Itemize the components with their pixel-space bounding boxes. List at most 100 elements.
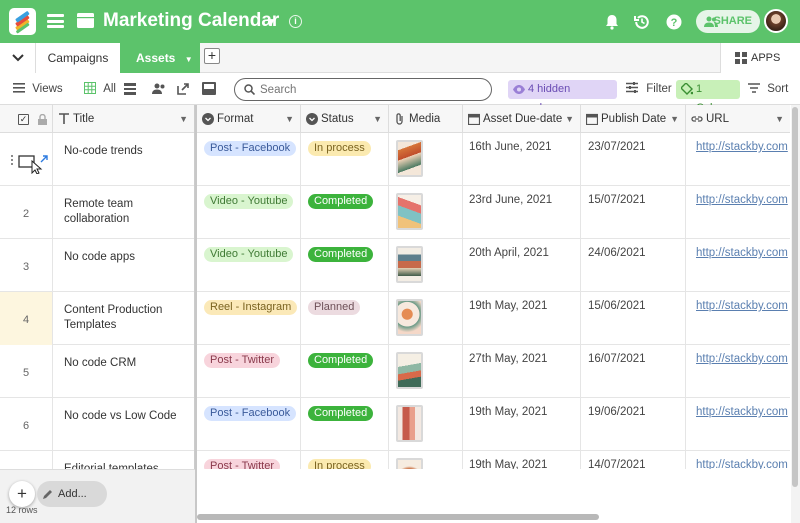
media-thumbnail[interactable]	[396, 140, 423, 177]
title-cell[interactable]: No-code trends	[53, 133, 196, 186]
column-header-due-date[interactable]: Asset Due-date ▼	[463, 105, 581, 133]
due-date-cell[interactable]: 19th May, 2021	[463, 451, 581, 469]
media-thumbnail[interactable]	[396, 246, 423, 283]
format-cell[interactable]: Post - Facebook	[197, 398, 301, 451]
share-button[interactable]: SHARE	[696, 10, 760, 33]
apps-button[interactable]: APPS	[720, 43, 800, 73]
status-cell[interactable]: Completed	[301, 186, 389, 239]
stack-title[interactable]: Marketing Calendar	[103, 10, 279, 32]
chevron-down-icon[interactable]: ▼	[265, 15, 277, 29]
horizontal-scrollbar[interactable]	[197, 514, 599, 520]
title-cell[interactable]: No code vs Low Code	[53, 398, 196, 451]
filter-button[interactable]: Filter	[626, 73, 672, 105]
due-date-cell[interactable]: 23rd June, 2021	[463, 186, 581, 239]
title-cell[interactable]: No code CRM	[53, 345, 196, 398]
search-input[interactable]	[260, 81, 480, 98]
column-header-url[interactable]: URL ▼	[686, 105, 790, 133]
add-table-button[interactable]: +	[204, 48, 220, 64]
media-thumbnail[interactable]	[396, 193, 423, 230]
format-cell[interactable]: Post - Twitter	[197, 451, 301, 469]
column-menu-icon[interactable]: ▼	[285, 105, 294, 133]
column-header-status[interactable]: Status ▼	[301, 105, 389, 133]
avatar[interactable]	[764, 9, 788, 33]
tab-assets[interactable]: Assets ▼	[120, 43, 200, 73]
media-cell[interactable]	[389, 239, 463, 292]
column-menu-icon[interactable]: ▼	[775, 105, 784, 133]
format-cell[interactable]: Reel - Instagram	[197, 292, 301, 345]
column-header-publish-date[interactable]: Publish Date ▼	[581, 105, 686, 133]
frozen-column-divider[interactable]	[195, 105, 197, 523]
share-view-icon[interactable]	[177, 82, 190, 95]
publish-date-cell[interactable]: 15/06/2021	[581, 292, 686, 345]
media-cell[interactable]	[389, 398, 463, 451]
publish-date-cell[interactable]: 16/07/2021	[581, 345, 686, 398]
print-icon[interactable]	[202, 82, 216, 95]
media-thumbnail[interactable]	[396, 299, 423, 336]
publish-date-cell[interactable]: 19/06/2021	[581, 398, 686, 451]
status-cell[interactable]: Completed	[301, 345, 389, 398]
format-cell[interactable]: Video - Youtube	[197, 239, 301, 292]
media-cell[interactable]	[389, 133, 463, 186]
media-cell[interactable]	[389, 292, 463, 345]
title-cell[interactable]: Editorial templates	[53, 451, 196, 469]
media-thumbnail[interactable]	[396, 405, 423, 442]
hidden-columns-button[interactable]: 4 hidden columns	[508, 80, 617, 114]
table-row[interactable]: 3 No code apps Video - Youtube Completed…	[0, 239, 790, 292]
title-cell[interactable]: Remote team collaboration	[53, 186, 196, 239]
column-menu-icon[interactable]: ▼	[373, 105, 382, 133]
url-link[interactable]: http://stackby.com	[686, 398, 790, 451]
column-menu-icon[interactable]: ▼	[670, 105, 679, 133]
info-icon[interactable]: i	[289, 15, 302, 28]
add-button[interactable]: Add...	[37, 481, 107, 507]
publish-date-cell[interactable]: 23/07/2021	[581, 133, 686, 186]
drag-handle-icon[interactable]	[11, 155, 13, 165]
media-cell[interactable]	[389, 451, 463, 469]
table-row[interactable]: 6 No code vs Low Code Post - Facebook Co…	[0, 398, 790, 451]
column-header-media[interactable]: Media	[389, 105, 463, 133]
title-cell[interactable]: No code apps	[53, 239, 196, 292]
format-cell[interactable]: Post - Twitter	[197, 345, 301, 398]
status-cell[interactable]: In process	[301, 451, 389, 469]
table-row[interactable]: 5 No code CRM Post - Twitter Completed 2…	[0, 345, 790, 398]
tab-campaigns[interactable]: Campaigns	[36, 43, 120, 73]
due-date-cell[interactable]: 19th May, 2021	[463, 292, 581, 345]
column-menu-icon[interactable]: ▼	[565, 105, 574, 133]
view-selector[interactable]: All	[84, 73, 116, 105]
search-box[interactable]	[234, 78, 492, 101]
sort-button[interactable]: Sort	[748, 73, 788, 105]
url-link[interactable]: http://stackby.com	[686, 451, 790, 469]
add-row-button[interactable]: +	[9, 481, 35, 507]
title-cell[interactable]: Content Production Templates	[53, 292, 196, 345]
collaborators-icon[interactable]	[152, 83, 166, 95]
publish-date-cell[interactable]: 24/06/2021	[581, 239, 686, 292]
column-header-title[interactable]: Title ▼	[53, 105, 196, 133]
menu-icon[interactable]	[47, 14, 64, 28]
url-link[interactable]: http://stackby.com	[686, 133, 790, 186]
table-row[interactable]: No-code trends Post - Facebook In proces…	[0, 133, 790, 186]
url-link[interactable]: http://stackby.com	[686, 345, 790, 398]
select-all-checkbox[interactable]: ✓	[18, 114, 29, 125]
url-link[interactable]: http://stackby.com	[686, 186, 790, 239]
colors-button[interactable]: 1 Colors	[676, 80, 740, 114]
column-header-format[interactable]: Format ▼	[197, 105, 301, 133]
status-cell[interactable]: Completed	[301, 239, 389, 292]
column-menu-icon[interactable]: ▼	[179, 105, 188, 133]
row-controls[interactable]	[10, 152, 50, 174]
url-link[interactable]: http://stackby.com	[686, 292, 790, 345]
table-row[interactable]: 2 Remote team collaboration Video - Yout…	[0, 186, 790, 239]
due-date-cell[interactable]: 19th May, 2021	[463, 398, 581, 451]
table-row[interactable]: Editorial templates Post - Twitter In pr…	[0, 451, 790, 469]
status-cell[interactable]: Planned	[301, 292, 389, 345]
tables-toggle[interactable]	[0, 43, 36, 73]
caret-down-icon[interactable]: ▼	[185, 55, 193, 64]
vertical-scrollbar[interactable]	[792, 107, 798, 487]
due-date-cell[interactable]: 27th May, 2021	[463, 345, 581, 398]
format-cell[interactable]: Video - Youtube	[197, 186, 301, 239]
bell-icon[interactable]	[603, 13, 621, 31]
stackby-logo[interactable]	[9, 8, 36, 35]
media-thumbnail[interactable]	[396, 352, 423, 389]
due-date-cell[interactable]: 16th June, 2021	[463, 133, 581, 186]
publish-date-cell[interactable]: 14/07/2021	[581, 451, 686, 469]
media-thumbnail[interactable]	[396, 458, 423, 469]
media-cell[interactable]	[389, 345, 463, 398]
